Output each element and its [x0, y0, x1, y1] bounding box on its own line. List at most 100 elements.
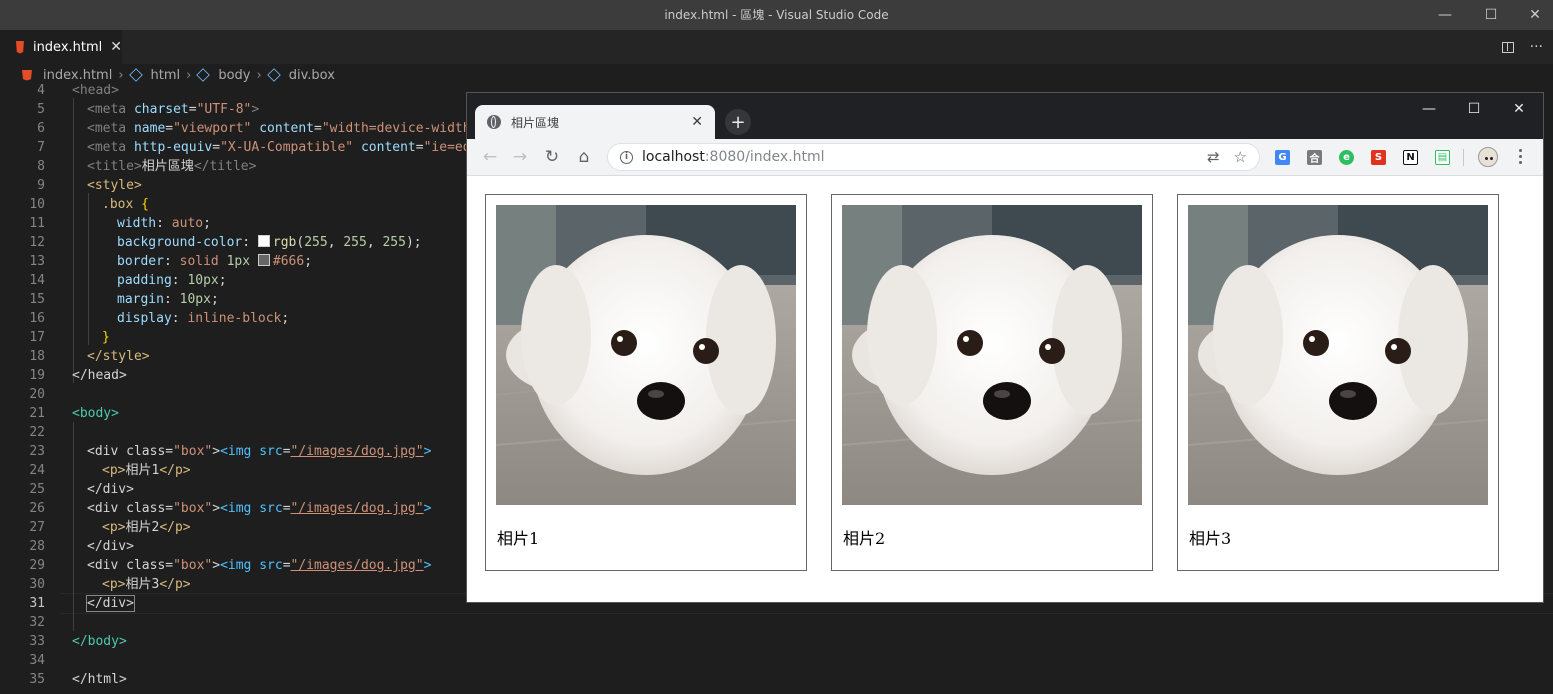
home-button[interactable]: ⌂ — [573, 147, 595, 167]
line-number: 24 — [29, 463, 45, 478]
address-bar[interactable]: i localhost :8080/index.html ⇄ ☆ — [607, 143, 1260, 171]
code-line: background-color: rgb(255, 255, 255); — [117, 235, 422, 250]
code-line: border: solid 1px #666; — [117, 254, 313, 269]
html5-file-icon — [22, 69, 32, 81]
plus-icon: + — [730, 111, 746, 133]
code-line: <title>相片區塊</title> — [87, 159, 257, 174]
line-number: 13 — [29, 254, 45, 269]
line-number: 35 — [29, 672, 45, 687]
evernote-icon[interactable]: e — [1339, 150, 1354, 165]
breadcrumb-item-body[interactable]: body — [218, 68, 250, 83]
line-number: 15 — [29, 292, 45, 307]
line-number: 12 — [29, 235, 45, 250]
s-extension-icon[interactable]: S — [1371, 150, 1386, 165]
photo-box: 相片3 — [1177, 194, 1499, 571]
code-line: <meta http-equiv="X-UA-Compatible" conte… — [87, 140, 471, 155]
line-number: 22 — [29, 425, 45, 440]
breadcrumb-item-div-box[interactable]: div.box — [289, 68, 335, 83]
code-line: <p>相片2</p> — [102, 520, 191, 535]
code-line: <body> — [72, 406, 119, 421]
extension-box-icon[interactable]: 合 — [1307, 150, 1322, 165]
line-number: 34 — [29, 653, 45, 668]
code-line: <div class="box"><img src="/images/dog.j… — [87, 558, 432, 573]
reload-icon: ↻ — [544, 147, 560, 167]
close-window-button[interactable]: ✕ — [1512, 0, 1553, 30]
line-number: 17 — [29, 330, 45, 345]
tab-close-icon[interactable]: ✕ — [110, 39, 122, 55]
web-page: 相片1 相片2 相片3 — [467, 176, 1543, 602]
code-line: </html> — [72, 672, 127, 687]
new-tab-button[interactable]: + — [725, 109, 751, 135]
line-number: 29 — [29, 558, 45, 573]
browser-maximize-button[interactable]: ☐ — [1452, 99, 1496, 119]
tab-close-icon[interactable]: ✕ — [691, 114, 703, 130]
browser-tab[interactable]: 相片區塊 ✕ — [475, 105, 715, 139]
globe-icon — [487, 115, 501, 129]
line-number: 9 — [37, 178, 45, 193]
maximize-icon: ☐ — [1467, 101, 1481, 117]
home-icon: ⌂ — [578, 147, 590, 167]
browser-minimize-button[interactable]: — — [1407, 99, 1451, 119]
shopping-bag-icon[interactable]: ▤ — [1435, 150, 1450, 165]
dog-photo — [1188, 205, 1488, 505]
forward-button[interactable]: → — [509, 147, 531, 167]
line-number: 30 — [29, 577, 45, 592]
google-translate-icon[interactable]: G — [1275, 150, 1290, 165]
split-editor-icon[interactable] — [1501, 41, 1514, 53]
editor-actions: ··· — [1501, 30, 1543, 64]
reload-button[interactable]: ↻ — [541, 147, 563, 167]
editor-tabs-bar: index.html ✕ ··· — [0, 30, 1553, 64]
line-number: 6 — [37, 121, 45, 136]
color-swatch-666[interactable] — [257, 254, 270, 266]
vscode-titlebar: index.html - 區塊 - Visual Studio Code — ☐… — [0, 0, 1553, 30]
breadcrumb-item-html[interactable]: html — [151, 68, 181, 83]
back-button[interactable]: ← — [479, 147, 501, 167]
close-icon: ✕ — [1513, 101, 1525, 117]
code-line: } — [102, 330, 110, 345]
indent-guide — [88, 193, 89, 345]
code-line: </style> — [87, 349, 150, 364]
line-number: 27 — [29, 520, 45, 535]
line-number: 10 — [29, 197, 45, 212]
code-line: width: auto; — [117, 216, 211, 231]
code-line: <meta name="viewport" content="width=dev… — [87, 121, 479, 136]
indent-guide — [73, 422, 74, 631]
code-line: display: inline-block; — [117, 311, 290, 326]
code-line: margin: 10px; — [117, 292, 219, 307]
bookmark-star-icon[interactable]: ☆ — [1234, 148, 1247, 166]
maximize-button[interactable]: ☐ — [1468, 0, 1514, 30]
code-line: <p>相片1</p> — [102, 463, 191, 478]
code-line: </div> — [87, 482, 134, 497]
code-line: </body> — [72, 634, 127, 649]
line-number: 21 — [29, 406, 45, 421]
editor-tab-index-html[interactable]: index.html ✕ — [0, 30, 122, 64]
code-line: <div class="box"><img src="/images/dog.j… — [87, 444, 432, 459]
profile-avatar[interactable] — [1478, 147, 1498, 167]
line-number: 26 — [29, 501, 45, 516]
notion-icon[interactable]: N — [1403, 150, 1418, 165]
photo-box: 相片1 — [485, 194, 807, 571]
minimize-icon: — — [1422, 101, 1436, 117]
arrow-right-icon: → — [512, 147, 528, 167]
more-actions-icon[interactable]: ··· — [1530, 39, 1543, 55]
chevron-right-icon: › — [186, 67, 192, 83]
url-host: localhost — [642, 149, 705, 165]
photo-box: 相片2 — [831, 194, 1153, 571]
browser-close-button[interactable]: ✕ — [1497, 99, 1541, 119]
line-number: 25 — [29, 482, 45, 497]
dog-photo — [842, 205, 1142, 505]
line-number: 28 — [29, 539, 45, 554]
minimize-button[interactable]: — — [1422, 0, 1468, 30]
line-number: 16 — [29, 311, 45, 326]
color-swatch-white[interactable] — [257, 235, 270, 247]
translate-icon[interactable]: ⇄ — [1207, 148, 1220, 166]
code-line: <div class="box"><img src="/images/dog.j… — [87, 501, 432, 516]
info-icon[interactable]: i — [620, 150, 633, 164]
code-line: padding: 10px; — [117, 273, 227, 288]
photo-caption: 相片2 — [843, 529, 886, 548]
symbol-element-icon — [196, 68, 211, 82]
symbol-element-icon — [128, 68, 143, 82]
more-menu-icon[interactable] — [1519, 149, 1523, 165]
toolbar-divider — [1463, 149, 1464, 166]
line-number: 4 — [37, 83, 45, 98]
